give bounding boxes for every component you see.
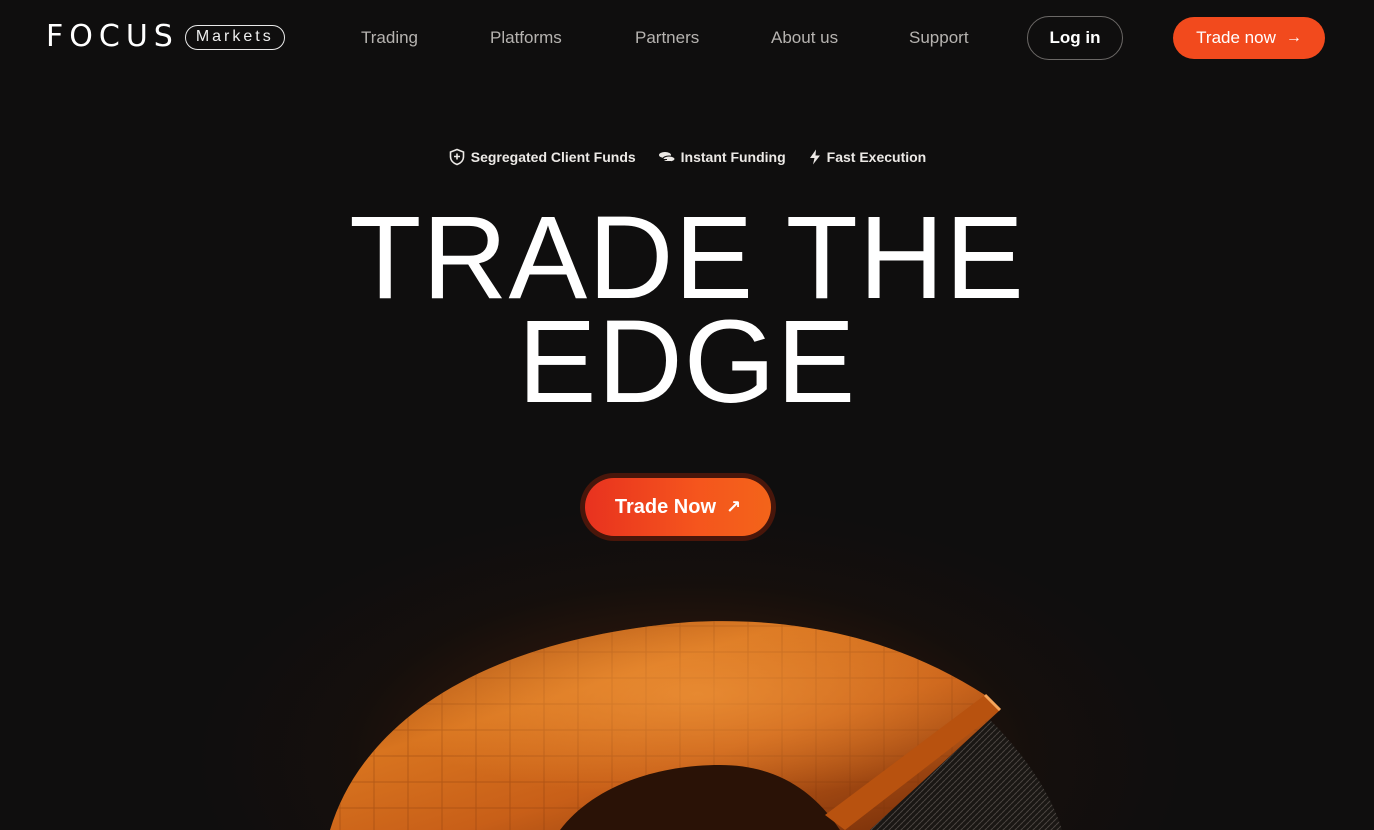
nav-link-about-us[interactable]: About us xyxy=(771,28,838,48)
brand-logo[interactable]: FOCUS Markets xyxy=(46,22,285,52)
feature-fast-execution: Fast Execution xyxy=(808,148,927,166)
login-button[interactable]: Log in xyxy=(1027,16,1123,60)
nav-link-partners[interactable]: Partners xyxy=(635,28,699,48)
trade-now-cta-label: Trade Now xyxy=(614,495,717,518)
hero-title: TRADE THE EDGE xyxy=(0,192,1374,428)
brand-tag: Markets xyxy=(184,24,285,50)
hero-title-line1: TRADE THE xyxy=(349,192,1025,324)
feature-label: Fast Execution xyxy=(826,149,927,165)
trade-now-nav-button[interactable]: Trade now → xyxy=(1173,17,1325,59)
page: FOCUS Markets Trading Platforms Partners… xyxy=(0,0,1374,830)
arrow-right-icon: → xyxy=(1285,29,1302,46)
nav-link-trading[interactable]: Trading xyxy=(361,28,418,48)
arrow-up-right-icon: ↗ xyxy=(726,496,742,517)
top-nav: FOCUS Markets Trading Platforms Partners… xyxy=(0,0,1374,76)
copper-ring-artwork xyxy=(330,621,1062,830)
login-button-label: Log in xyxy=(1049,28,1101,47)
nav-link-platforms[interactable]: Platforms xyxy=(490,28,562,48)
feature-label: Segregated Client Funds xyxy=(470,149,636,165)
trade-now-nav-label: Trade now xyxy=(1196,28,1276,47)
brand-name: FOCUS xyxy=(46,19,179,54)
hero-title-line2: EDGE xyxy=(517,296,857,428)
feature-badges: Segregated Client Funds Instant Funding … xyxy=(0,148,1374,166)
shield-plus-icon xyxy=(449,148,465,166)
coins-icon xyxy=(658,152,676,163)
feature-label: Instant Funding xyxy=(680,149,786,165)
feature-instant-funding: Instant Funding xyxy=(658,148,786,166)
feature-segregated-funds: Segregated Client Funds xyxy=(448,148,636,166)
lightning-icon xyxy=(809,149,820,165)
nav-link-support[interactable]: Support xyxy=(909,28,969,48)
trade-now-cta-button[interactable]: Trade Now ↗ xyxy=(585,478,771,536)
